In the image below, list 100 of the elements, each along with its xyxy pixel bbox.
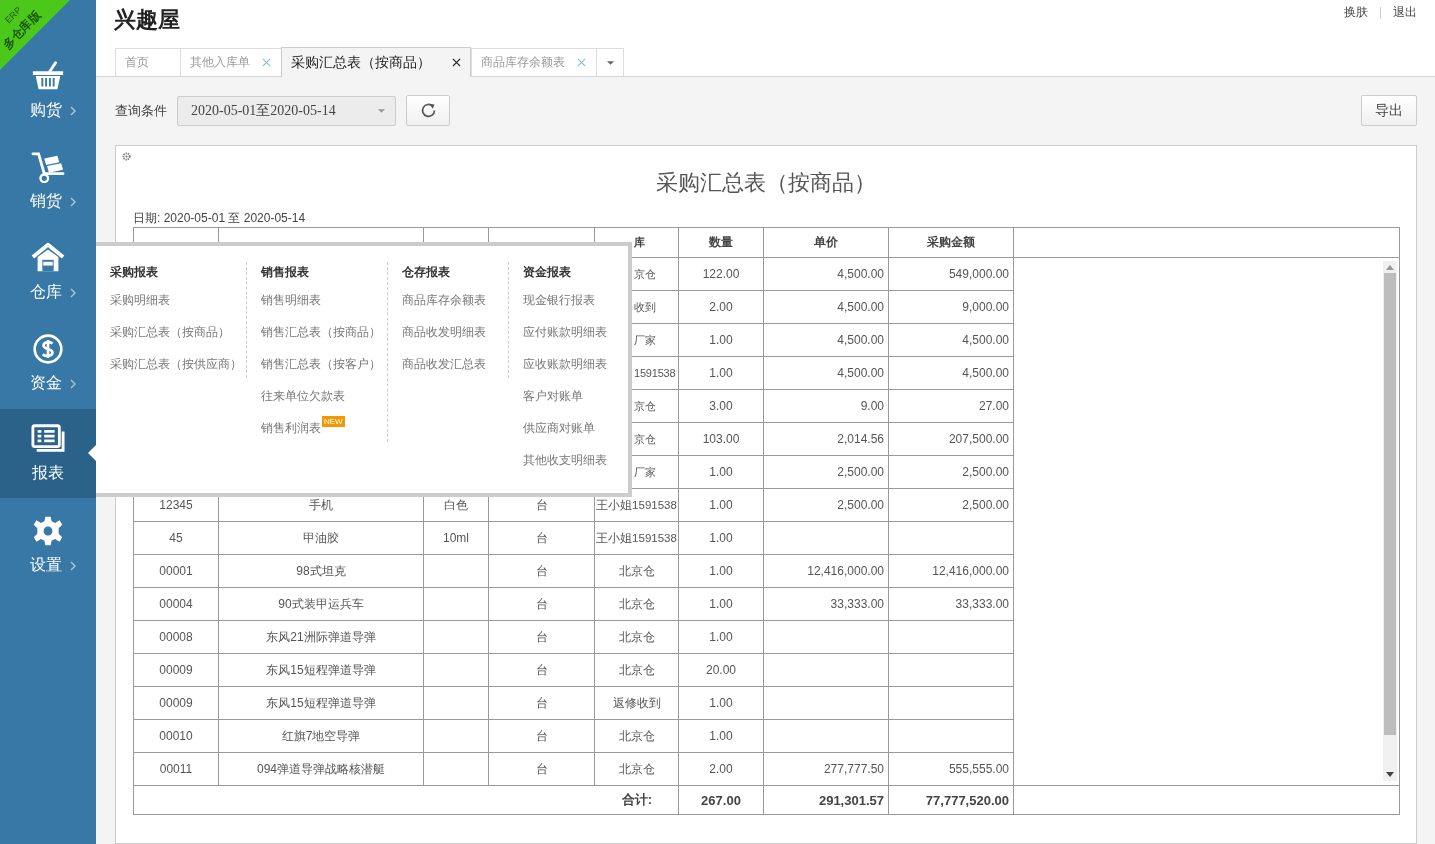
menu-item[interactable]: 商品收发明细表 bbox=[402, 324, 486, 341]
menu-heading: 仓存报表 bbox=[402, 264, 451, 281]
app-title: 兴趣屋 bbox=[114, 6, 180, 34]
table-cell: 9.00 bbox=[763, 389, 889, 423]
dollar-icon bbox=[31, 333, 65, 365]
table-cell: 00009 bbox=[133, 653, 219, 687]
table-cell: 45 bbox=[133, 521, 219, 555]
sidebar-item[interactable]: 资金 bbox=[0, 318, 96, 409]
table-cell: 东风15短程弹道导弹 bbox=[218, 653, 424, 687]
column-header: 采购金额 bbox=[888, 227, 1014, 258]
table-cell: 12,416,000.00 bbox=[763, 554, 889, 588]
table-cell: 00010 bbox=[133, 719, 219, 753]
sidebar-item[interactable]: 销货 bbox=[0, 136, 96, 227]
menu-item[interactable]: 销售明细表 bbox=[261, 292, 321, 309]
table-cell: 2.00 bbox=[678, 752, 764, 786]
table-cell: 122.00 bbox=[678, 257, 764, 291]
sidebar-item[interactable]: 报表 bbox=[0, 409, 96, 498]
column-header: 单价 bbox=[763, 227, 889, 258]
scrollbar[interactable] bbox=[1383, 261, 1397, 781]
table-cell: 4,500.00 bbox=[763, 257, 889, 291]
total-label: 合计: bbox=[621, 792, 652, 807]
menu-item[interactable]: 往来单位欠款表 bbox=[261, 388, 345, 405]
table-cell: 2,500.00 bbox=[763, 488, 889, 522]
table-cell: 1.00 bbox=[678, 323, 764, 357]
table-cell: 北京仓 bbox=[594, 620, 679, 654]
scroll-up-icon[interactable] bbox=[1386, 265, 1394, 270]
scroll-thumb[interactable] bbox=[1384, 273, 1396, 735]
chevron-icon bbox=[70, 560, 76, 571]
table-cell: 北京仓 bbox=[594, 587, 679, 621]
table-cell: 返修收到 bbox=[594, 686, 679, 720]
menu-heading: 资金报表 bbox=[523, 264, 572, 281]
table-cell: 1.00 bbox=[678, 455, 764, 489]
caret-icon bbox=[377, 107, 386, 114]
table-cell: 103.00 bbox=[678, 422, 764, 456]
table-cell: 33,333.00 bbox=[763, 587, 889, 621]
table-cell: 00011 bbox=[133, 752, 219, 786]
tab[interactable]: 采购汇总表（按商品） bbox=[281, 47, 471, 77]
chevron-icon bbox=[70, 287, 76, 298]
tab-list-button[interactable] bbox=[596, 48, 624, 76]
column-header: 数量 bbox=[678, 227, 764, 258]
table-cell: 1.00 bbox=[678, 488, 764, 522]
menu-item[interactable]: 采购明细表 bbox=[110, 292, 170, 309]
header-link[interactable]: 退出 bbox=[1393, 4, 1417, 21]
header-link[interactable]: 换肤 bbox=[1344, 4, 1368, 21]
menu-item[interactable]: 采购汇总表（按商品） bbox=[110, 324, 230, 341]
menu-item[interactable]: 采购汇总表（按供应商） bbox=[110, 356, 242, 373]
table-cell: 1.00 bbox=[678, 356, 764, 390]
table-cell: 2.00 bbox=[678, 290, 764, 324]
table-cell: 2,500.00 bbox=[763, 455, 889, 489]
tab[interactable]: 商品库存余额表 bbox=[471, 48, 596, 76]
house-icon bbox=[31, 242, 65, 274]
tab[interactable]: 首页 bbox=[115, 48, 180, 76]
table-cell: 1.00 bbox=[678, 620, 764, 654]
newspaper-icon bbox=[31, 423, 65, 455]
table-cell: 北京仓 bbox=[594, 653, 679, 687]
settings-icon bbox=[31, 515, 65, 547]
table-cell: 东风15短程弹道导弹 bbox=[218, 686, 424, 720]
sidebar-item[interactable]: 仓库 bbox=[0, 227, 96, 318]
settings-icon[interactable] bbox=[122, 152, 131, 161]
table-cell: 1.00 bbox=[678, 719, 764, 753]
menu-item[interactable]: 客户对账单 bbox=[523, 388, 583, 405]
chevron-icon bbox=[70, 196, 76, 207]
date-range-select[interactable]: 2020-05-01至2020-05-14 bbox=[177, 95, 396, 126]
table-cell: 北京仓 bbox=[594, 554, 679, 588]
menu-item[interactable]: 销售汇总表（按商品） bbox=[261, 324, 381, 341]
menu-item[interactable]: 销售利润表 bbox=[261, 420, 321, 437]
table-cell: 094弹道导弹战略核潜艇 bbox=[218, 752, 424, 786]
tab[interactable]: 其他入库单 bbox=[180, 48, 281, 76]
hand-truck-icon bbox=[31, 151, 65, 183]
refresh-button[interactable] bbox=[406, 95, 450, 126]
table-cell: 10ml bbox=[423, 521, 489, 555]
basket-icon bbox=[31, 60, 65, 92]
menu-item[interactable]: 现金银行报表 bbox=[523, 292, 595, 309]
table-cell: 红旗7地空导弹 bbox=[218, 719, 424, 753]
sidebar-item[interactable]: 设置 bbox=[0, 500, 96, 591]
table-cell: 3.00 bbox=[678, 389, 764, 423]
table-cell: 277,777.50 bbox=[763, 752, 889, 786]
report-title: 采购汇总表（按商品） bbox=[655, 169, 877, 197]
table-cell: 291,301.57 bbox=[763, 785, 889, 815]
table-cell: 台 bbox=[488, 686, 595, 720]
new-badge: NEW bbox=[322, 416, 345, 427]
table-cell: 王小姐1591538 bbox=[594, 521, 679, 555]
table-cell: 甲油胶 bbox=[218, 521, 424, 555]
table-cell: 77,777,520.00 bbox=[888, 785, 1014, 815]
menu-heading: 销售报表 bbox=[261, 264, 310, 281]
menu-item[interactable]: 销售汇总表（按客户） bbox=[261, 356, 381, 373]
table-cell: 北京仓 bbox=[594, 719, 679, 753]
filter-label: 查询条件 bbox=[115, 101, 167, 120]
table-cell: 台 bbox=[488, 752, 595, 786]
menu-item[interactable]: 商品收发汇总表 bbox=[402, 356, 486, 373]
menu-heading: 采购报表 bbox=[110, 264, 159, 281]
table-cell: 台 bbox=[488, 719, 595, 753]
table-cell: 267.00 bbox=[678, 785, 764, 815]
close-icon[interactable] bbox=[452, 58, 461, 67]
export-button[interactable]: 导出 bbox=[1361, 95, 1417, 126]
table-cell: 1.00 bbox=[678, 686, 764, 720]
menu-item[interactable]: 商品库存余额表 bbox=[402, 292, 486, 309]
menu-item[interactable]: 供应商对账单 bbox=[523, 420, 595, 437]
scroll-down-icon[interactable] bbox=[1386, 772, 1394, 777]
table-cell: 98式坦克 bbox=[218, 554, 424, 588]
